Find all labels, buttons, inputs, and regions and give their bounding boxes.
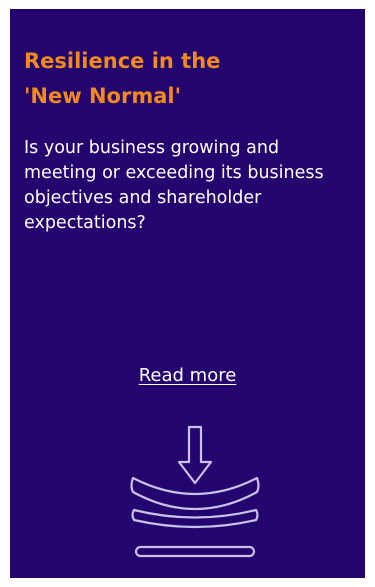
resilience-card: Resilience in the 'New Normal' Is your b…	[10, 9, 365, 578]
read-more-link[interactable]: Read more	[10, 363, 365, 389]
resilience-pressure-icon	[130, 425, 260, 558]
card-description: Is your business growing and meeting or …	[24, 138, 324, 233]
card-title: Resilience in the 'New Normal'	[24, 49, 221, 108]
